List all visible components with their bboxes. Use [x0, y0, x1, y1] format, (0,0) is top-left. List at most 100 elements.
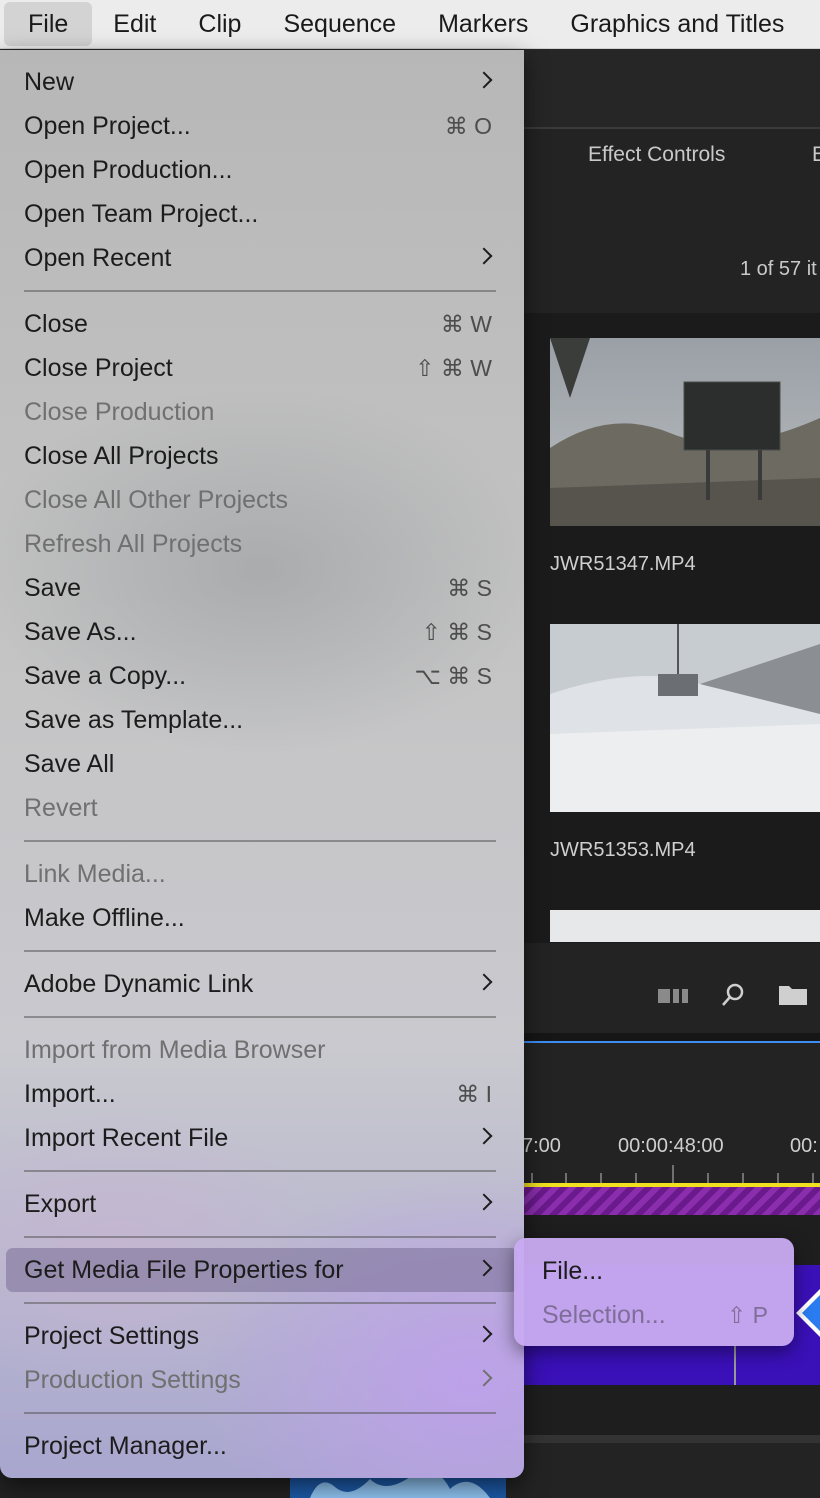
menu-separator [24, 950, 496, 952]
menu-item-label: Make Offline... [24, 904, 185, 932]
submenu-item-file[interactable]: File... [514, 1249, 794, 1293]
menu-item-label: Save [24, 574, 81, 602]
chevron-right-icon [475, 1193, 493, 1211]
clip-thumbnail-3[interactable] [550, 910, 820, 942]
menubar-clip[interactable]: Clip [177, 0, 262, 48]
menu-item-label: Save All [24, 750, 115, 778]
menu-item-production-settings: Production Settings [6, 1358, 518, 1402]
menu-item-revert: Revert [6, 786, 518, 830]
menu-item-label: Import from Media Browser [24, 1036, 326, 1064]
menu-item-label: Save as Template... [24, 706, 244, 734]
playhead-marker-icon[interactable] [792, 1289, 820, 1337]
chevron-right-icon [475, 1369, 493, 1387]
menu-item-label: Export [24, 1190, 97, 1218]
submenu-item-label: File... [542, 1257, 604, 1285]
menu-item-get-media-file-properties[interactable]: Get Media File Properties for [6, 1248, 518, 1292]
menu-item-save-a-copy[interactable]: Save a Copy... ⌥ ⌘ S [6, 654, 518, 698]
menu-item-label: Import... [24, 1080, 116, 1108]
menu-item-open-team-project[interactable]: Open Team Project... [6, 192, 518, 236]
clip-edit-line [734, 1345, 736, 1385]
menu-item-label: Get Media File Properties for [24, 1256, 344, 1284]
storyboard-icon[interactable] [658, 989, 688, 1003]
menubar-edit[interactable]: Edit [92, 0, 177, 48]
shortcut: ⇧ P [726, 1302, 768, 1328]
chevron-right-icon [475, 247, 493, 265]
item-count: 1 of 57 it [740, 258, 817, 280]
menu-item-make-offline[interactable]: Make Offline... [6, 896, 518, 940]
menu-item-save-as[interactable]: Save As... ⇧ ⌘ S [6, 610, 518, 654]
submenu-item-label: Selection... [542, 1301, 666, 1329]
shortcut: ⌥ ⌘ S [414, 663, 492, 689]
clip-thumbnail-2-image [550, 624, 820, 812]
menubar-markers[interactable]: Markers [417, 0, 549, 48]
menu-item-refresh-all-projects: Refresh All Projects [6, 522, 518, 566]
menu-separator [24, 1236, 496, 1238]
menu-item-open-production[interactable]: Open Production... [6, 148, 518, 192]
menu-item-project-manager[interactable]: Project Manager... [6, 1424, 518, 1468]
menu-item-save-all[interactable]: Save All [6, 742, 518, 786]
menu-item-label: Refresh All Projects [24, 530, 243, 558]
menu-item-save-as-template[interactable]: Save as Template... [6, 698, 518, 742]
menu-item-label: Close All Projects [24, 442, 219, 470]
menu-item-label: Project Settings [24, 1322, 200, 1350]
clip-thumbnail-2[interactable] [550, 624, 820, 812]
menu-item-save[interactable]: Save ⌘ S [6, 566, 518, 610]
menu-item-label: Import Recent File [24, 1124, 229, 1152]
menu-item-import[interactable]: Import... ⌘ I [6, 1072, 518, 1116]
menu-item-label: Open Team Project... [24, 200, 259, 228]
clip-thumbnail-1[interactable] [550, 338, 820, 526]
chevron-right-icon [475, 1325, 493, 1343]
timecode-2: 00:00:48:00 [618, 1135, 724, 1157]
menubar-file[interactable]: File [4, 2, 93, 46]
menu-item-project-settings[interactable]: Project Settings [6, 1314, 518, 1358]
ruler-ticks [531, 1165, 814, 1183]
menu-bar: File Edit Clip Sequence Markers Graphics… [0, 0, 820, 49]
shortcut: ⌘ W [440, 311, 492, 337]
menu-separator [24, 1302, 496, 1304]
chevron-right-icon [475, 1127, 493, 1145]
chevron-right-icon [475, 973, 493, 991]
menu-item-import-recent-file[interactable]: Import Recent File [6, 1116, 518, 1160]
menu-item-export[interactable]: Export [6, 1182, 518, 1226]
timecode-1: 7:00 [522, 1135, 561, 1157]
clip-name-1[interactable]: JWR51347.MP4 [550, 553, 696, 576]
search-icon[interactable] [720, 982, 746, 1008]
menu-item-label: Open Production... [24, 156, 233, 184]
menu-item-close-all-projects[interactable]: Close All Projects [6, 434, 518, 478]
menu-item-label: Adobe Dynamic Link [24, 970, 254, 998]
menu-item-adobe-dynamic-link[interactable]: Adobe Dynamic Link [6, 962, 518, 1006]
menu-item-close-production: Close Production [6, 390, 518, 434]
menu-item-label: Open Recent [24, 244, 172, 272]
menu-separator [24, 1170, 496, 1172]
menu-item-label: Link Media... [24, 860, 166, 888]
shortcut: ⇧ ⌘ S [421, 619, 492, 645]
menu-item-link-media: Link Media... [6, 852, 518, 896]
clip-thumbnail-1-image [550, 338, 820, 526]
menu-item-import-from-media-browser: Import from Media Browser [6, 1028, 518, 1072]
menu-item-label: Production Settings [24, 1366, 241, 1394]
file-menu: New Open Project... ⌘ O Open Production..… [0, 50, 524, 1478]
menu-item-label: Close [24, 310, 88, 338]
clip-name-2[interactable]: JWR51353.MP4 [550, 839, 696, 862]
menu-separator [24, 290, 496, 292]
folder-icon[interactable] [778, 982, 808, 1006]
menu-item-label: Close Production [24, 398, 215, 426]
menu-item-close-project[interactable]: Close Project ⇧ ⌘ W [6, 346, 518, 390]
menu-item-open-recent[interactable]: Open Recent [6, 236, 518, 280]
submenu-item-selection: Selection... ⇧ P [514, 1293, 794, 1337]
menu-item-close[interactable]: Close ⌘ W [6, 302, 518, 346]
menu-item-label: Close Project [24, 354, 173, 382]
tab-partial[interactable]: E [812, 143, 820, 167]
menu-item-label: Project Manager... [24, 1432, 227, 1460]
menu-item-label: Revert [24, 794, 98, 822]
menu-item-open-project[interactable]: Open Project... ⌘ O [6, 104, 518, 148]
menubar-graphics-and-titles[interactable]: Graphics and Titles [549, 0, 805, 48]
menu-item-new[interactable]: New [6, 60, 518, 104]
menu-item-label: New [24, 68, 75, 96]
menu-separator [24, 840, 496, 842]
menu-item-label: Save a Copy... [24, 662, 187, 690]
menu-item-close-all-other-projects: Close All Other Projects [6, 478, 518, 522]
menubar-sequence[interactable]: Sequence [262, 0, 417, 48]
tab-effect-controls[interactable]: Effect Controls [588, 143, 725, 167]
menu-separator [24, 1412, 496, 1414]
